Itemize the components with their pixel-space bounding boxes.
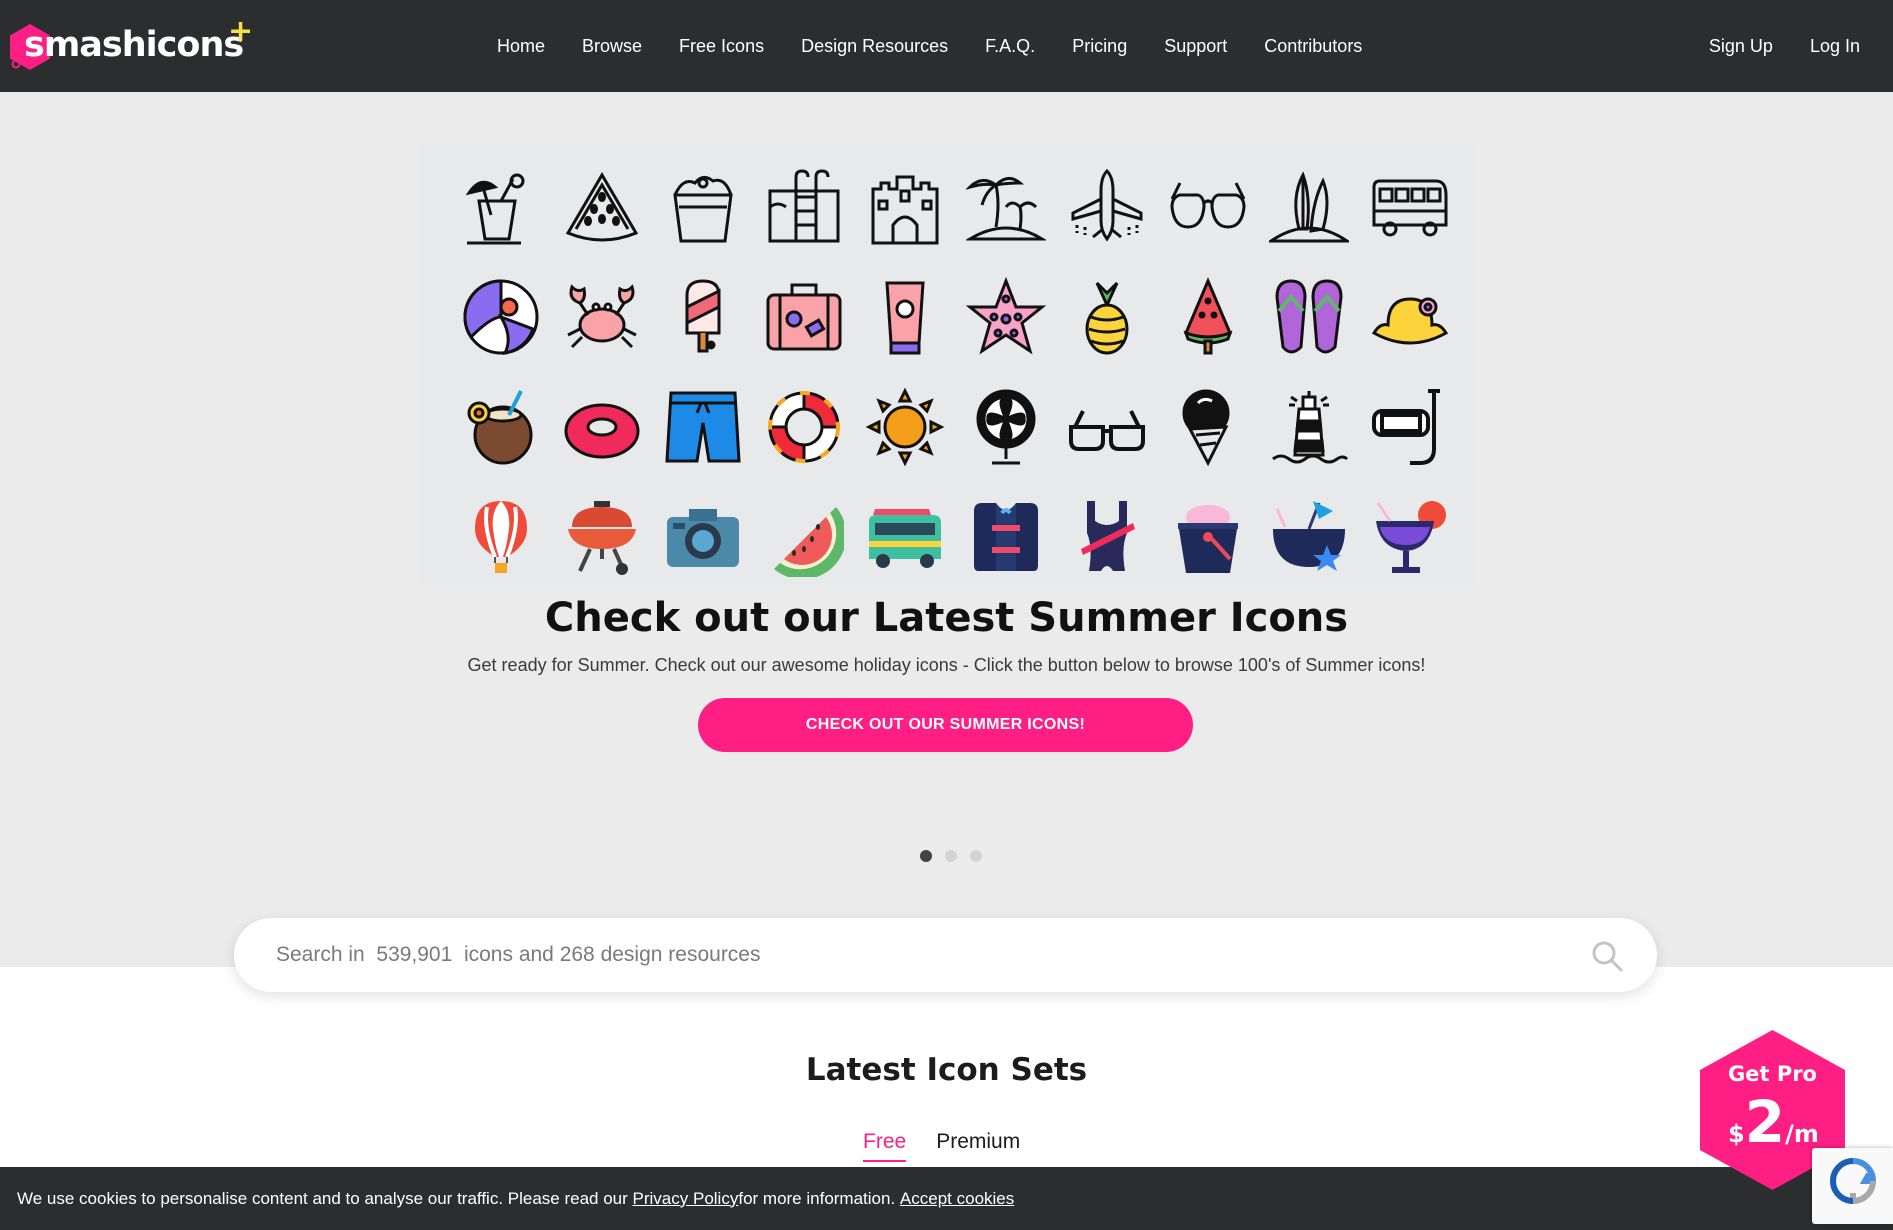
slider-dot-3[interactable] [970, 850, 982, 862]
airplane-icon [1056, 162, 1157, 252]
pineapple-icon [1056, 272, 1157, 362]
fan-icon [955, 382, 1056, 472]
summer-icons-cta-button[interactable]: CHECK OUT OUR SUMMER ICONS! [698, 698, 1193, 752]
top-navigation-bar: smashicons + Home Browse Free Icons Desi… [0, 0, 1893, 92]
pro-price-value: 2 [1744, 1088, 1786, 1156]
icon-row [450, 482, 1460, 592]
sun-hat-icon [1359, 272, 1460, 362]
lifebuoy-icon [753, 382, 854, 472]
logo-text: smashicons [24, 25, 244, 65]
nav-design-resources[interactable]: Design Resources [801, 36, 948, 57]
pro-price-period: /m [1785, 1120, 1819, 1148]
cookie-text-after: for more information. [738, 1188, 896, 1208]
pro-price: $2/m [1728, 1088, 1819, 1156]
icon-row [450, 262, 1460, 372]
tab-free[interactable]: Free [863, 1130, 907, 1162]
swim-ring-icon [551, 382, 652, 472]
icon-row [450, 372, 1460, 482]
life-vest-icon [955, 492, 1056, 582]
hero-slider: Check out our Latest Summer Icons Get re… [0, 92, 1893, 967]
palm-island-icon [955, 162, 1056, 252]
slider-dot-1[interactable] [920, 850, 932, 862]
sand-bucket-icon [1157, 492, 1258, 582]
nav-contributors[interactable]: Contributors [1264, 36, 1362, 57]
sunglasses-icon [1157, 162, 1258, 252]
sunglasses-icon [1056, 382, 1157, 472]
slider-dot-2[interactable] [945, 850, 957, 862]
surfboard-island-icon [1258, 162, 1359, 252]
main-nav: Home Browse Free Icons Design Resources … [497, 0, 1362, 92]
search-icon[interactable] [1591, 940, 1623, 972]
watermelon-icon [753, 492, 854, 582]
snorkel-mask-icon [1359, 382, 1460, 472]
hot-air-balloon-icon [450, 492, 551, 582]
camper-van-icon [1359, 162, 1460, 252]
hero-subtitle: Get ready for Summer. Check out our awes… [467, 655, 1426, 675]
icon-set-tabs: Free Premium [863, 1130, 1020, 1162]
search-input[interactable] [276, 918, 1556, 992]
surf-van-icon [854, 492, 955, 582]
crab-icon [551, 272, 652, 362]
sand-bucket-icon [652, 162, 753, 252]
popsicle-icon [652, 272, 753, 362]
summer-icons-banner[interactable] [420, 144, 1473, 584]
nav-pricing[interactable]: Pricing [1072, 36, 1127, 57]
camera-icon [652, 492, 753, 582]
sunscreen-icon [854, 272, 955, 362]
pro-currency: $ [1728, 1120, 1745, 1148]
icon-row [450, 152, 1460, 262]
coconut-drink-icon [450, 382, 551, 472]
sand-castle-icon [854, 162, 955, 252]
lighthouse-icon [1258, 382, 1359, 472]
smashicons-logo[interactable]: smashicons + [10, 14, 253, 72]
cookie-banner: We use cookies to personalise content an… [0, 1167, 1893, 1230]
starfish-icon [955, 272, 1056, 362]
barbecue-grill-icon [551, 492, 652, 582]
slider-pagination [920, 850, 982, 862]
get-pro-label: Get Pro [1727, 1062, 1817, 1086]
tropical-drink-icon [1359, 492, 1460, 582]
hero-title: Check out our Latest Summer Icons [544, 595, 1349, 641]
swim-shorts-icon [652, 382, 753, 472]
latest-icon-sets-title: Latest Icon Sets [805, 1052, 1088, 1088]
nav-free-icons[interactable]: Free Icons [679, 36, 764, 57]
watermelon-popsicle-icon [1157, 272, 1258, 362]
search-bar [234, 918, 1657, 992]
nav-browse[interactable]: Browse [582, 36, 642, 57]
accept-cookies-link[interactable]: Accept cookies [900, 1189, 1014, 1209]
ice-cream-icon [1157, 382, 1258, 472]
nav-support[interactable]: Support [1164, 36, 1227, 57]
cocktail-icon [450, 162, 551, 252]
suitcase-icon [753, 272, 854, 362]
beach-ball-icon [450, 272, 551, 362]
watermelon-slice-icon [551, 162, 652, 252]
sign-up-link[interactable]: Sign Up [1709, 36, 1773, 57]
summer-icon-grid [450, 152, 1460, 592]
cookie-text: We use cookies to personalise content an… [17, 1188, 628, 1208]
logo-plus: + [228, 14, 254, 49]
swimsuit-icon [1056, 492, 1157, 582]
tab-premium[interactable]: Premium [936, 1130, 1020, 1162]
sun-icon [854, 382, 955, 472]
auth-nav: Sign Up Log In [1709, 0, 1860, 92]
recaptcha-badge[interactable] [1812, 1148, 1893, 1224]
recaptcha-icon [1829, 1158, 1877, 1205]
log-in-link[interactable]: Log In [1810, 36, 1860, 57]
nav-home[interactable]: Home [497, 36, 545, 57]
privacy-policy-link[interactable]: Privacy Policy [633, 1189, 739, 1209]
coconut-cocktail-icon [1258, 492, 1359, 582]
flip-flops-icon [1258, 272, 1359, 362]
swimming-pool-icon [753, 162, 854, 252]
nav-faq[interactable]: F.A.Q. [985, 36, 1035, 57]
